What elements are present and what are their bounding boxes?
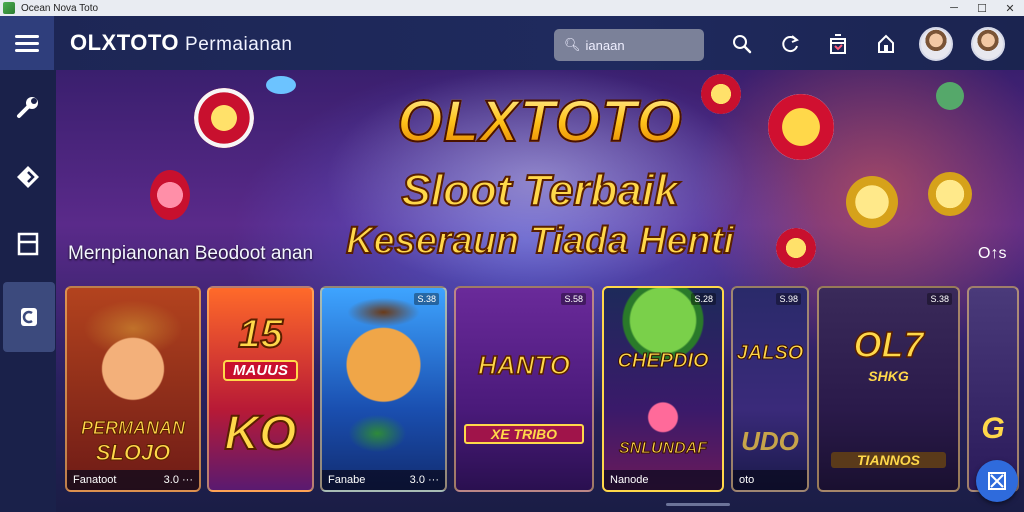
app-icon: [3, 2, 15, 14]
game-logo-top: PERMANAN: [80, 418, 185, 439]
game-card[interactable]: S.38 Fanabe 3.0 ···: [320, 286, 447, 492]
game-card[interactable]: PERMANAN SLOJO Fanatoot 3.0 ···: [65, 286, 201, 492]
game-logo-top: G: [981, 412, 1005, 445]
search-value: ianaan: [585, 37, 625, 53]
search-icon[interactable]: [726, 28, 758, 60]
game-rating: 3.0 ···: [409, 474, 439, 486]
header-actions: [726, 28, 918, 60]
brand-logo[interactable]: OLXTOTO Permaianan: [70, 30, 292, 56]
minimize-icon[interactable]: ─: [940, 0, 968, 16]
game-card[interactable]: 15 MAUUS KO: [207, 286, 314, 492]
game-card[interactable]: S.98 JALSO UDO oto: [731, 286, 809, 492]
game-logo-bottom: SLOJO: [95, 440, 171, 466]
gift-icon[interactable]: [822, 28, 854, 60]
game-art: [604, 288, 722, 490]
game-rating: 3.0 ···: [163, 474, 193, 486]
home-icon[interactable]: [870, 28, 902, 60]
game-art: [322, 288, 445, 490]
expand-button[interactable]: [976, 460, 1018, 502]
game-name: Fanabe: [328, 474, 366, 486]
window-title: Ocean Nova Toto: [21, 2, 99, 14]
tag-icon[interactable]: [0, 147, 56, 207]
game-logo-bottom: TIANNOS: [831, 452, 946, 468]
game-name: Nanode: [610, 474, 649, 486]
brand-name: OLXTOTO: [70, 30, 180, 55]
game-name: oto: [739, 474, 755, 486]
game-logo-top: HANTO: [477, 349, 570, 381]
user-avatar[interactable]: [919, 27, 953, 61]
game-badge: S.58: [561, 293, 586, 305]
document-icon[interactable]: [0, 214, 56, 274]
brand-subtitle: Permaianan: [185, 34, 293, 55]
window-titlebar: Ocean Nova Toto ─ ☐ ✕: [0, 0, 1024, 16]
game-card[interactable]: S.28 CHEPDIO SNLUNDAF Nanode: [602, 286, 724, 492]
game-badge: S.98: [776, 293, 801, 305]
game-logo-top: 15: [237, 311, 284, 357]
game-badge: S.28: [691, 293, 716, 305]
game-logo-bottom: XE TRIBO: [464, 424, 584, 444]
game-logo-mid: MAUUS: [223, 360, 298, 381]
game-logo-top: OL7: [853, 323, 925, 366]
banner-title: OLXTOTO: [56, 88, 1024, 155]
see-more-link[interactable]: O↑s: [978, 245, 1006, 263]
game-logo-bottom: SNLUNDAF: [619, 440, 708, 458]
maximize-icon[interactable]: ☐: [968, 0, 996, 16]
game-card-footer: Fanatoot 3.0 ···: [67, 470, 199, 490]
refresh-icon[interactable]: [774, 28, 806, 60]
close-icon[interactable]: ✕: [996, 0, 1024, 16]
section-title: Mernpianonan Beodoot anan: [68, 243, 314, 264]
search-field-icon: 🔍︎: [564, 37, 581, 52]
game-card-footer: oto: [733, 470, 807, 490]
game-logo-top: CHEPDIO: [617, 350, 709, 373]
game-logo-mid: SHKG: [868, 368, 909, 384]
game-card[interactable]: S.58 HANTO XE TRIBO: [454, 286, 594, 492]
game-name: Fanatoot: [73, 474, 117, 486]
game-logo-top: JALSO: [736, 342, 804, 365]
menu-icon[interactable]: [0, 16, 54, 70]
expand-icon: [988, 472, 1006, 490]
game-logo-bottom: UDO: [741, 426, 799, 456]
game-card-footer: Fanabe 3.0 ···: [322, 470, 445, 490]
casino-chip-icon[interactable]: [3, 282, 55, 352]
game-logo-bottom: KO: [224, 406, 298, 461]
game-badge: S.38: [927, 293, 952, 305]
game-card[interactable]: S.38 OL7 SHKG TIANNOS: [817, 286, 960, 492]
game-card-footer: Nanode: [604, 470, 722, 490]
search-input[interactable]: 🔍︎ ianaan: [554, 29, 704, 61]
sidebar: [0, 70, 56, 512]
top-navbar: OLXTOTO Permaianan 🔍︎ ianaan: [0, 16, 1024, 70]
scroll-indicator[interactable]: [666, 503, 730, 506]
game-badge: S.38: [414, 293, 439, 305]
window-controls: ─ ☐ ✕: [940, 0, 1024, 16]
banner-subtitle: Sloot Terbaik: [400, 165, 679, 216]
wrench-icon[interactable]: [0, 77, 56, 137]
profile-avatar[interactable]: [971, 27, 1005, 61]
